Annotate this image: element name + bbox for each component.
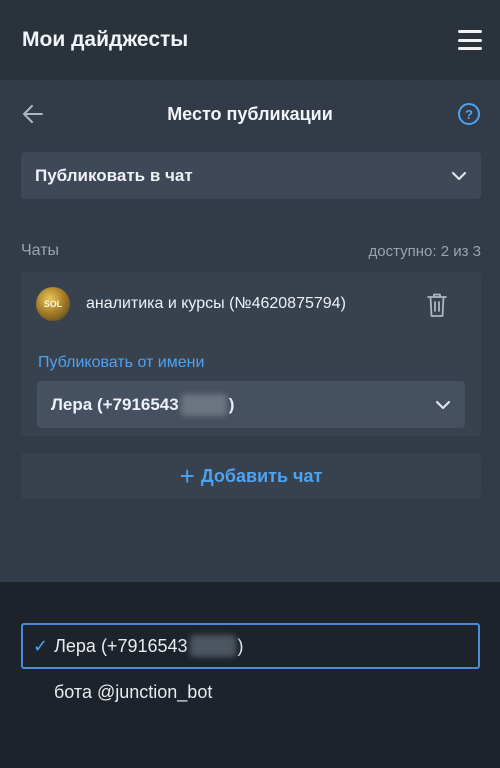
chats-available-count: доступно: 2 из 3 [368, 242, 482, 260]
add-chat-button[interactable]: + Добавить чат [21, 453, 481, 499]
plus-icon: + [179, 461, 195, 491]
author-dropdown-menu: ✓ Лера (+7916543 ) бота @junction_bot [0, 582, 500, 768]
chat-avatar: SOL [36, 287, 70, 321]
add-chat-label: Добавить чат [200, 465, 323, 486]
publish-mode-select[interactable]: Публиковать в чат [21, 152, 481, 199]
settings-panel: Место публикации ? Публиковать в чат Чат… [0, 80, 500, 582]
author-select-value: Лера (+7916543 ) [51, 393, 235, 416]
chevron-down-icon [435, 400, 451, 409]
publish-as-label: Публиковать от имени [38, 354, 205, 371]
chats-header: Чаты доступно: 2 из 3 [21, 240, 481, 262]
publish-mode-value: Публиковать в чат [35, 165, 193, 185]
trash-icon[interactable] [426, 292, 448, 318]
author-phone-suffix: ) [228, 394, 235, 414]
redacted-phone-digits [180, 393, 227, 416]
author-select[interactable]: Лера (+7916543 ) [37, 381, 465, 428]
checkmark-icon: ✓ [33, 635, 49, 656]
subheader: Место публикации ? [0, 94, 500, 134]
option-phone-suffix: ) [237, 635, 244, 656]
chat-name: аналитика и курсы (№4620875794) [86, 295, 346, 312]
redacted-phone-digits [189, 635, 236, 657]
back-arrow-icon[interactable] [22, 104, 44, 124]
page-title: Место публикации [167, 103, 333, 124]
author-phone-prefix: Лера (+7916543 [51, 394, 179, 414]
option-phone-prefix: Лера (+7916543 [54, 635, 188, 656]
app-bar: Мои дайджесты [0, 0, 500, 80]
chat-card: SOL аналитика и курсы (№4620875794) Публ… [21, 272, 481, 436]
chat-header: SOL аналитика и курсы (№4620875794) [36, 286, 466, 322]
app-title: Мои дайджесты [22, 28, 189, 51]
help-icon[interactable]: ? [458, 103, 480, 125]
chevron-down-icon [451, 171, 467, 180]
menu-icon[interactable] [458, 30, 482, 50]
dropdown-option-bot[interactable]: бота @junction_bot [21, 669, 480, 715]
chats-label: Чаты [21, 242, 60, 259]
dropdown-option-lera[interactable]: ✓ Лера (+7916543 ) [21, 623, 480, 669]
